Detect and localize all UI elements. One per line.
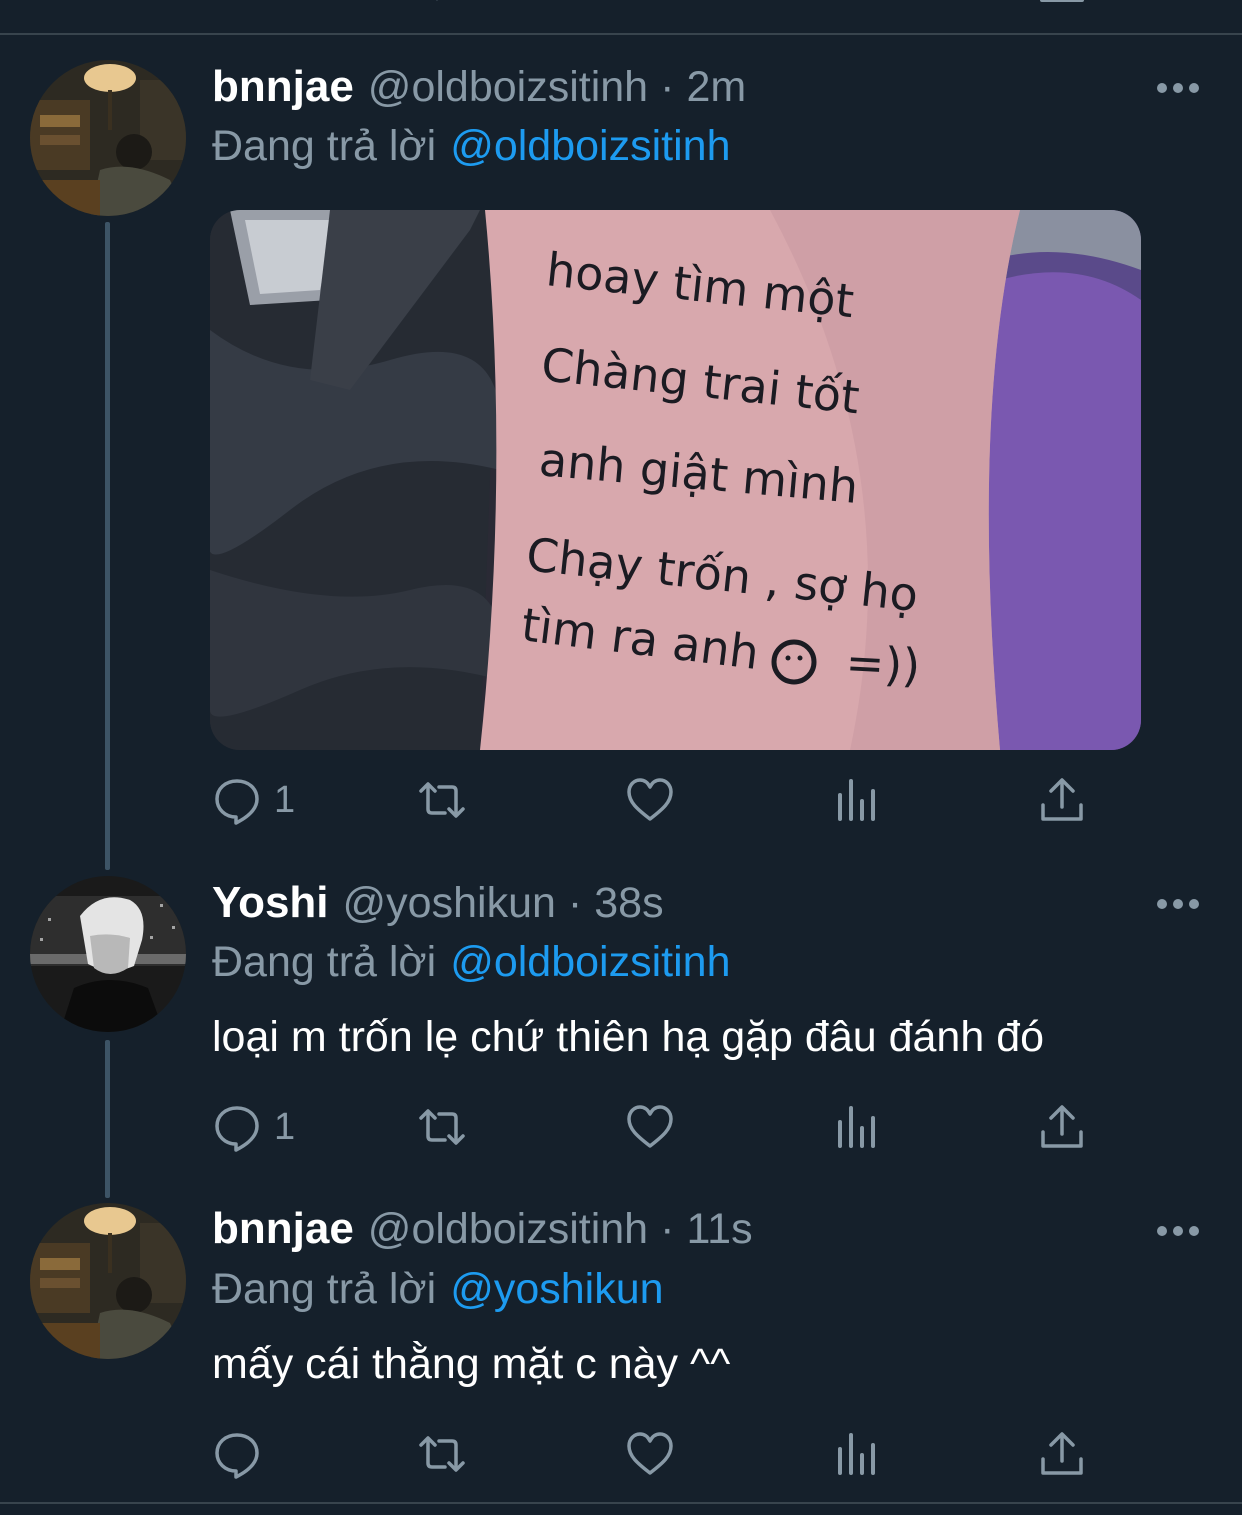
reply-button[interactable] <box>212 1424 274 1484</box>
timestamp[interactable]: 38s <box>594 879 663 928</box>
replying-to: Đang trả lời @oldboizsitinh <box>212 938 731 987</box>
thread-line <box>105 1040 110 1198</box>
mention-link[interactable]: @oldboizsitinh <box>450 938 730 986</box>
avatar[interactable] <box>30 60 186 216</box>
display-name[interactable]: bnnjae <box>212 1204 354 1254</box>
like-icon <box>627 1432 673 1475</box>
tweet-text: loại m trốn lẹ chứ thiên hạ gặp đâu đánh… <box>212 1013 1045 1061</box>
timestamp[interactable]: 11s <box>686 1205 752 1254</box>
share-icon <box>1041 778 1083 821</box>
retweet-icon <box>419 1436 465 1472</box>
tattoo-line: =)) <box>844 635 921 693</box>
like-icon <box>627 778 673 821</box>
mention-link[interactable]: @yoshikun <box>450 1265 663 1313</box>
replying-to-label: Đang trả lời <box>212 122 437 170</box>
analytics-icon <box>838 779 875 821</box>
like-button[interactable] <box>625 1424 675 1484</box>
reply-button[interactable]: 1 <box>212 770 295 830</box>
tweet-header: Yoshi @yoshikun · 38s <box>212 878 664 934</box>
separator: · <box>660 63 675 111</box>
reply-icon <box>215 1106 259 1152</box>
like-button[interactable] <box>625 770 675 830</box>
replying-to: Đang trả lời @oldboizsitinh <box>212 122 731 171</box>
avatar[interactable] <box>30 1203 186 1359</box>
separator: · <box>660 1205 675 1253</box>
replying-to-label: Đang trả lời <box>212 938 437 986</box>
retweet-button[interactable] <box>417 1424 467 1484</box>
user-handle[interactable]: @oldboizsitinh <box>368 1205 648 1254</box>
like-button[interactable] <box>625 1097 675 1157</box>
replying-to-label: Đang trả lời <box>212 1265 437 1313</box>
mention-link[interactable]: @oldboizsitinh <box>450 122 730 170</box>
reply-count: 1 <box>274 778 296 821</box>
share-button[interactable] <box>1037 1097 1087 1157</box>
tweet-actions <box>212 1424 1112 1484</box>
more-icon[interactable] <box>1156 1221 1200 1241</box>
reply-icon <box>215 779 259 825</box>
tweet-text: mấy cái thằng mặt c này ^^ <box>212 1340 731 1388</box>
thread-line <box>105 222 110 870</box>
share-icon <box>1041 1432 1083 1475</box>
tweet-image[interactable]: hoay tìm một Chàng trai tốt anh giật mìn… <box>210 210 1141 750</box>
analytics-button[interactable] <box>832 1097 882 1157</box>
tweet-header: bnnjae @oldboizsitinh · 2m <box>212 62 746 118</box>
tweet-actions: 1 <box>212 770 1112 830</box>
retweet-button[interactable] <box>417 770 467 830</box>
separator: · <box>567 879 583 927</box>
share-button[interactable] <box>1037 1424 1087 1484</box>
more-icon[interactable] <box>1156 894 1200 914</box>
analytics-button[interactable] <box>832 770 882 830</box>
reply-icon <box>215 1433 259 1479</box>
avatar[interactable] <box>30 876 186 1032</box>
more-icon[interactable] <box>1156 78 1200 98</box>
like-icon <box>627 1105 673 1148</box>
analytics-icon <box>838 1433 875 1475</box>
retweet-icon <box>419 782 465 818</box>
share-icon <box>1041 1105 1083 1148</box>
user-handle[interactable]: @oldboizsitinh <box>368 63 648 112</box>
bottom-divider <box>0 1502 1242 1504</box>
user-handle[interactable]: @yoshikun <box>343 879 556 928</box>
retweet-button[interactable] <box>417 1097 467 1157</box>
share-button[interactable] <box>1037 770 1087 830</box>
timestamp[interactable]: 2m <box>686 63 746 112</box>
replying-to: Đang trả lời @yoshikun <box>212 1265 664 1314</box>
tweet-actions: 1 <box>212 1097 1112 1157</box>
retweet-icon <box>419 1109 465 1145</box>
tweet-header: bnnjae @oldboizsitinh · 11s <box>212 1204 753 1260</box>
reply-count: 1 <box>274 1105 296 1148</box>
analytics-icon <box>838 1106 875 1148</box>
top-divider <box>0 33 1242 35</box>
display-name[interactable]: Yoshi <box>212 878 329 928</box>
analytics-button[interactable] <box>832 1424 882 1484</box>
reply-button[interactable]: 1 <box>212 1097 295 1157</box>
previous-tweet-actions <box>212 0 1112 6</box>
display-name[interactable]: bnnjae <box>212 62 354 112</box>
